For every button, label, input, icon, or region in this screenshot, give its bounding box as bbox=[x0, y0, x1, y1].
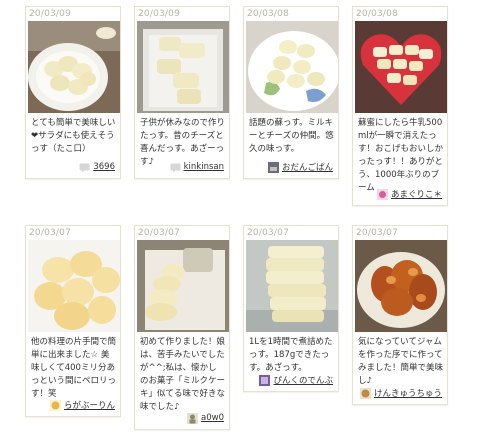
food-photo[interactable] bbox=[246, 21, 338, 113]
report-card[interactable]: 20/03/09 子供が休みなので作りたっす。昔のチーズと喜んだっす。あざーっす… bbox=[134, 6, 230, 179]
author-row: おだんごぱん bbox=[248, 160, 333, 174]
food-photo[interactable] bbox=[355, 240, 447, 332]
post-date: 20/03/08 bbox=[247, 9, 290, 19]
report-comment: 他の料理の片手間で簡単に出来ました☆ 美味しくて400ミリ分あっという間にペロリ… bbox=[31, 337, 117, 399]
user-avatar-icon bbox=[267, 161, 279, 173]
speech-bubble-icon bbox=[79, 163, 90, 172]
post-date: 20/03/07 bbox=[356, 228, 399, 238]
report-comment: 蘇蜜にしたら牛乳500mlが一瞬で消えたっす！おこげもおいしかったっす！！ありが… bbox=[358, 118, 444, 193]
food-photo[interactable] bbox=[355, 21, 447, 113]
post-date: 20/03/08 bbox=[356, 9, 399, 19]
report-card[interactable]: 20/03/08 蘇蜜にしたら牛乳500mlが一瞬で消えたっす！おこげもおいしか… bbox=[352, 6, 448, 206]
author-link[interactable]: けんきゅうちゅう bbox=[374, 387, 442, 399]
food-photo[interactable] bbox=[137, 240, 229, 332]
user-avatar-icon bbox=[259, 374, 271, 386]
food-photo[interactable] bbox=[28, 21, 120, 113]
food-photo[interactable] bbox=[246, 240, 338, 332]
author-link[interactable]: kinkinsan bbox=[184, 162, 224, 172]
author-row: けんきゅうちゅう bbox=[357, 386, 442, 400]
user-avatar-icon bbox=[49, 399, 61, 411]
author-row: kinkinsan bbox=[139, 160, 224, 174]
author-link[interactable]: らがぶーりん bbox=[64, 399, 115, 411]
post-date: 20/03/07 bbox=[138, 228, 181, 238]
author-row: 3696 bbox=[30, 160, 115, 174]
author-row: らがぶーりん bbox=[30, 398, 115, 412]
food-photo[interactable] bbox=[28, 240, 120, 332]
report-card[interactable]: 20/03/08 話題の蘇っす。ミルキーとチーズの仲間。悠久の味っす。 おだんご… bbox=[243, 6, 339, 179]
report-comment: 1Lを1時間で煮詰めたっす。187gできたっす。あざっす。 bbox=[249, 337, 333, 373]
report-card[interactable]: 20/03/07 他の料理の片手間で簡単に出来ました☆ 美味しくて400ミリ分あ… bbox=[25, 225, 121, 417]
author-link[interactable]: おだんごぱん bbox=[282, 161, 333, 173]
user-avatar-icon bbox=[359, 387, 371, 399]
report-comment: 気になっていてジャムを作った序でに作ってみました！簡単で美味し♪ bbox=[358, 337, 444, 386]
post-date: 20/03/07 bbox=[29, 228, 72, 238]
post-date: 20/03/07 bbox=[247, 228, 290, 238]
author-link[interactable]: あまぐりこ＊ bbox=[391, 188, 442, 200]
post-date: 20/03/09 bbox=[29, 9, 72, 19]
author-link[interactable]: ぴんくのでんぶ bbox=[273, 374, 333, 386]
report-comment: 話題の蘇っす。ミルキーとチーズの仲間。悠久の味っす。 bbox=[249, 118, 334, 154]
user-avatar-icon bbox=[187, 412, 199, 424]
author-row: あまぐりこ＊ bbox=[357, 187, 442, 201]
report-comment: とても簡単で美味しい❤サラダにも使えそうっす（たこ口） bbox=[31, 118, 116, 154]
food-photo[interactable] bbox=[137, 21, 229, 113]
author-row: a0w0 bbox=[139, 411, 224, 425]
report-card[interactable]: 20/03/07 1Lを1時間で煮詰めたっす。187gできたっす。あざっす。 ぴ… bbox=[243, 225, 339, 392]
author-link[interactable]: 3696 bbox=[93, 162, 115, 172]
post-date: 20/03/09 bbox=[138, 9, 181, 19]
report-card[interactable]: 20/03/09 とても簡単で美味しい❤サラダにも使えそうっす（たこ口） 369… bbox=[25, 6, 121, 179]
author-link[interactable]: a0w0 bbox=[201, 413, 224, 423]
report-comment: 初めて作りました！娘は、苦手みたいでしたが^^;私は、懐かしのお菓子「ミルクケー… bbox=[140, 337, 226, 412]
user-avatar-icon bbox=[376, 188, 388, 200]
author-row: ぴんくのでんぶ bbox=[248, 373, 333, 387]
report-card[interactable]: 20/03/07 初めて作りました！娘は、苦手みたいでしたが^^;私は、懐かしの… bbox=[134, 225, 230, 430]
report-card[interactable]: 20/03/07 気になっていてジャムを作った序でに作ってみました！簡単で美味し… bbox=[352, 225, 448, 405]
speech-bubble-icon bbox=[170, 163, 181, 172]
